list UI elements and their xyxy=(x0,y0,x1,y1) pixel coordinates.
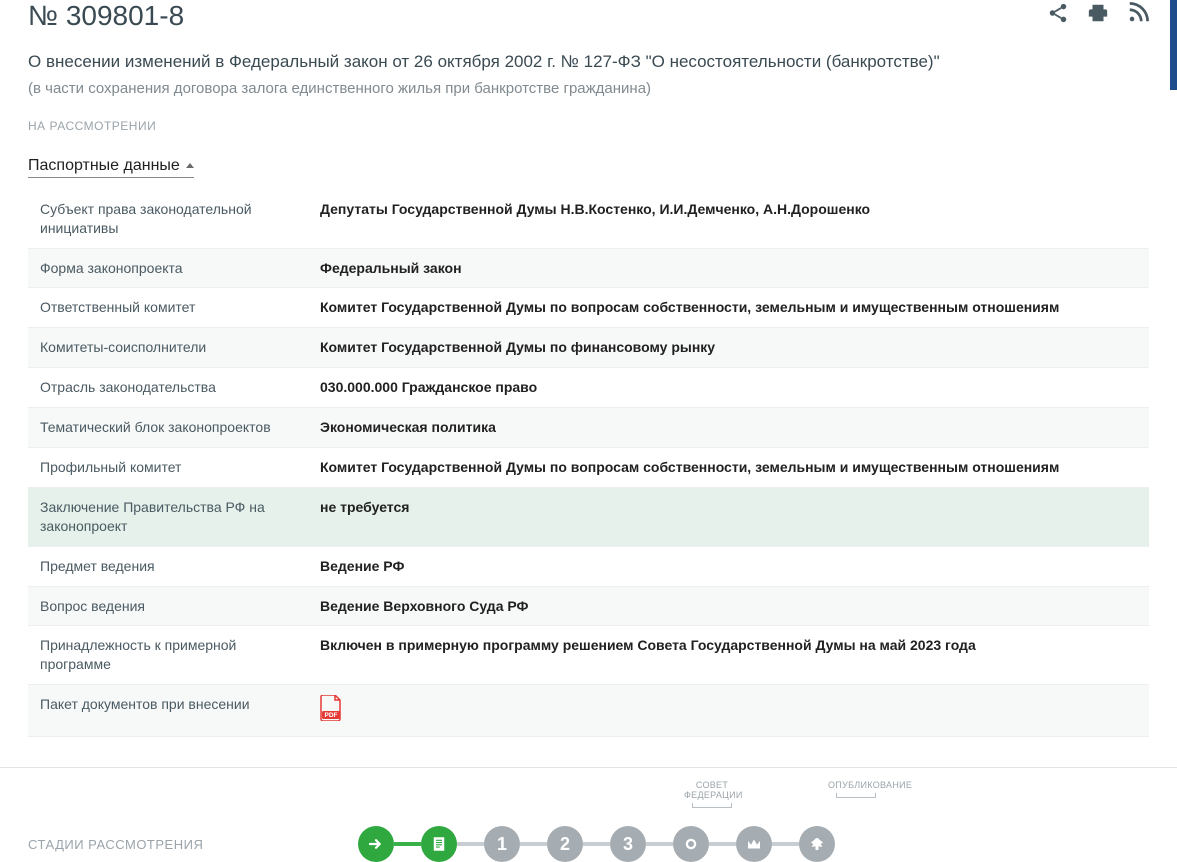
row-value: Федеральный закон xyxy=(308,248,1149,288)
passport-data-table: Субъект права законодательной инициативы… xyxy=(28,190,1149,737)
page-accent-bar xyxy=(1170,0,1177,90)
stage-group-label: СОВЕТФЕДЕРАЦИИ xyxy=(684,780,740,808)
row-value: не требуется xyxy=(308,487,1149,546)
stage-num-2[interactable]: 2 xyxy=(547,826,583,862)
bill-subtitle: (в части сохранения договора залога един… xyxy=(28,80,1149,97)
stage-connector xyxy=(520,842,547,846)
table-row: Предмет веденияВедение РФ xyxy=(28,546,1149,586)
stage-connector xyxy=(772,842,799,846)
row-value: Комитет Государственной Думы по финансов… xyxy=(308,328,1149,368)
table-row: Вопрос веденияВедение Верховного Суда РФ xyxy=(28,586,1149,626)
status-badge: НА РАССМОТРЕНИИ xyxy=(28,119,1149,133)
table-row: Пакет документов при внесении PDF xyxy=(28,685,1149,737)
stage-icon-crown[interactable] xyxy=(736,826,772,862)
row-value: 030.000.000 Гражданское право xyxy=(308,368,1149,408)
row-label: Вопрос ведения xyxy=(28,586,308,626)
pdf-icon[interactable]: PDF xyxy=(320,695,342,721)
row-value: Депутаты Государственной Думы Н.В.Костен… xyxy=(308,190,1149,248)
print-icon[interactable] xyxy=(1087,2,1109,24)
row-label: Ответственный комитет xyxy=(28,288,308,328)
row-value: Комитет Государственной Думы по вопросам… xyxy=(308,448,1149,488)
row-value: Ведение Верховного Суда РФ xyxy=(308,586,1149,626)
row-value: Экономическая политика xyxy=(308,408,1149,448)
stages-title: СТАДИИ РАССМОТРЕНИЯ xyxy=(28,837,358,852)
rss-icon[interactable] xyxy=(1127,2,1149,24)
stage-connector xyxy=(709,842,736,846)
row-label: Принадлежность к примерной программе xyxy=(28,626,308,685)
stage-icon-eagle[interactable] xyxy=(799,826,835,862)
table-row: Комитеты-соисполнителиКомитет Государств… xyxy=(28,328,1149,368)
svg-text:PDF: PDF xyxy=(325,712,338,719)
stage-connector xyxy=(457,842,484,846)
row-value: Включен в примерную программу решением С… xyxy=(308,626,1149,685)
table-row: Профильный комитетКомитет Государственно… xyxy=(28,448,1149,488)
stage-connector xyxy=(583,842,610,846)
section-title: Паспортные данные xyxy=(28,157,180,175)
row-value: Ведение РФ xyxy=(308,546,1149,586)
header-actions xyxy=(1047,0,1149,24)
stage-num-1[interactable]: 1 xyxy=(484,826,520,862)
passport-data-toggle[interactable]: Паспортные данные xyxy=(28,157,194,178)
row-label: Отрасль законодательства xyxy=(28,368,308,408)
row-label: Субъект права законодательной инициативы xyxy=(28,190,308,248)
row-label: Профильный комитет xyxy=(28,448,308,488)
table-row: Ответственный комитетКомитет Государстве… xyxy=(28,288,1149,328)
share-icon[interactable] xyxy=(1047,2,1069,24)
table-row: Субъект права законодательной инициативы… xyxy=(28,190,1149,248)
table-row: Форма законопроектаФедеральный закон xyxy=(28,248,1149,288)
table-row: Принадлежность к примерной программеВклю… xyxy=(28,626,1149,685)
stage-num-3[interactable]: 3 xyxy=(610,826,646,862)
stage-icon-doc[interactable] xyxy=(421,826,457,862)
stage-icon-seal[interactable] xyxy=(673,826,709,862)
row-label: Комитеты-соисполнители xyxy=(28,328,308,368)
row-label: Пакет документов при внесении xyxy=(28,685,308,737)
row-label: Предмет ведения xyxy=(28,546,308,586)
stages-track: 123 xyxy=(358,826,835,862)
table-row: Тематический блок законопроектовЭкономич… xyxy=(28,408,1149,448)
table-row: Отрасль законодательства030.000.000 Граж… xyxy=(28,368,1149,408)
stage-icon-arrow[interactable] xyxy=(358,826,394,862)
row-label: Форма законопроекта xyxy=(28,248,308,288)
row-label: Заключение Правительства РФ на законопро… xyxy=(28,487,308,546)
row-value: PDF xyxy=(308,685,1149,737)
stage-group-label: ОПУБЛИКОВАНИЕ xyxy=(828,780,884,808)
bill-number: № 309801-8 xyxy=(28,0,184,32)
bill-title: О внесении изменений в Федеральный закон… xyxy=(28,50,1149,74)
stage-connector xyxy=(646,842,673,846)
caret-up-icon xyxy=(186,163,194,168)
row-label: Тематический блок законопроектов xyxy=(28,408,308,448)
stage-connector xyxy=(394,842,421,846)
row-value: Комитет Государственной Думы по вопросам… xyxy=(308,288,1149,328)
stages-section: СОВЕТФЕДЕРАЦИИ ОПУБЛИКОВАНИЕ СТАДИИ РАССМ… xyxy=(0,767,1177,862)
table-row: Заключение Правительства РФ на законопро… xyxy=(28,487,1149,546)
